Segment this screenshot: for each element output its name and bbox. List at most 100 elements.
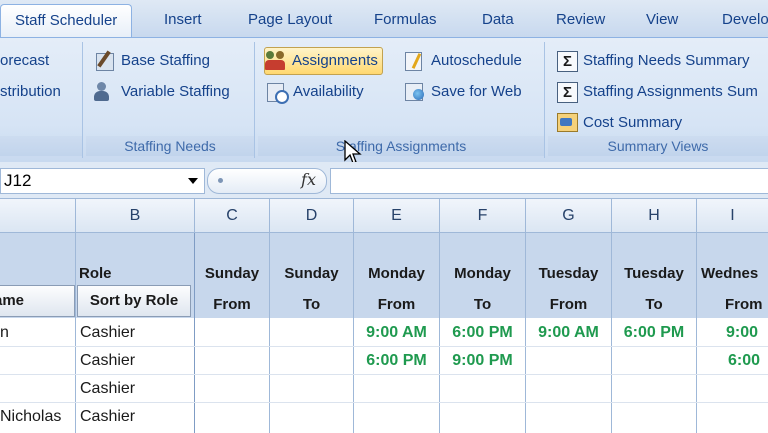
name-sort-button[interactable]: ame [0,285,75,317]
cost-summary-label: Cost Summary [583,114,683,131]
day-header-wednesday-from: Wednes [701,265,759,282]
role-cell[interactable]: Cashier [80,347,135,375]
role-cell[interactable]: Cashier [80,403,135,431]
time-cell[interactable]: 9:00 PM [440,347,525,375]
time-cell[interactable]: 6:00 PM [612,319,696,347]
ribbon: orecast stribution Base Staffing Variabl… [0,37,768,163]
gridline [269,233,270,433]
from-header: From [549,296,588,313]
availability-button[interactable]: Availability [266,79,368,105]
time-cell[interactable]: 6:00 PM [440,319,525,347]
day-header-monday-from: Monday [368,265,425,282]
day-header-sunday-to: Sunday [284,265,339,282]
gridline [194,233,195,433]
time-cell[interactable]: 9:00 AM [526,319,611,347]
to-header: To [302,296,321,313]
forecast-button[interactable]: orecast [0,48,53,74]
role-cell[interactable]: Cashier [80,319,135,347]
variable-staffing-button[interactable]: Variable Staffing [94,79,234,105]
autoschedule-label: Autoschedule [431,52,522,69]
sigma-icon [556,81,578,103]
ribbon-tab-bar: Staff Scheduler Insert Page Layout Formu… [0,0,768,39]
day-header-monday-to: Monday [454,265,511,282]
tab-view[interactable]: View [646,4,678,38]
group-staffing-needs: Base Staffing Variable Staffing Staffing… [86,42,255,158]
tab-insert[interactable]: Insert [164,4,202,38]
base-staffing-icon [94,50,116,72]
resize-handle-icon[interactable] [218,178,223,183]
gridline [75,233,76,433]
column-header-h[interactable]: H [612,199,697,233]
availability-label: Availability [293,83,364,100]
tab-review[interactable]: Review [556,4,605,38]
group-label-staffing-assignments: Staffing Assignments [258,136,544,156]
day-header-tuesday-from: Tuesday [538,265,599,282]
variable-staffing-icon [94,81,116,103]
tab-staff-scheduler[interactable]: Staff Scheduler [0,4,133,39]
time-cell[interactable]: 9:00 AM [354,319,439,347]
column-header-i[interactable]: I [697,199,768,233]
tab-page-layout[interactable]: Page Layout [248,4,332,38]
group-summary-views: Staffing Needs Summary Staffing Assignme… [548,42,768,158]
time-cell[interactable]: 6:00 [728,347,760,375]
tab-formulas[interactable]: Formulas [374,4,437,38]
autoschedule-icon [404,50,426,72]
forecast-label: orecast [0,52,50,69]
formula-bar: J12 fx [0,162,768,199]
group-label-forecast [0,136,82,156]
column-header-f[interactable]: F [440,199,526,233]
excel-window: Staff Scheduler Insert Page Layout Formu… [0,0,768,433]
time-cell[interactable]: 9:00 [726,319,758,347]
insert-function-icon[interactable]: fx [301,170,316,189]
column-header-b[interactable]: B [76,199,195,233]
time-cell[interactable]: 6:00 PM [354,347,439,375]
column-header-c[interactable]: C [195,199,270,233]
staffing-needs-summary-button[interactable]: Staffing Needs Summary [556,48,753,74]
name-cell[interactable]: Nicholas [0,403,61,431]
from-header: From [725,296,763,313]
tab-data[interactable]: Data [482,4,514,38]
gridline [696,233,697,433]
base-staffing-label: Base Staffing [121,52,210,69]
save-for-web-icon [404,81,426,103]
staffing-assignments-summary-button[interactable]: Staffing Assignments Sum [556,79,762,105]
variable-staffing-label: Variable Staffing [121,83,230,100]
cost-summary-button[interactable]: Cost Summary [556,110,686,136]
staffing-needs-summary-label: Staffing Needs Summary [583,52,750,69]
sort-by-role-button[interactable]: Sort by Role [77,285,191,317]
assignments-button[interactable]: Assignments [264,47,383,75]
column-header-a[interactable] [0,199,76,233]
distribution-button[interactable]: stribution [0,79,65,105]
sigma-icon [556,50,578,72]
role-header: Role [79,265,112,282]
name-cell[interactable]: n [0,319,9,347]
formula-controls: fx [207,168,327,194]
base-staffing-button[interactable]: Base Staffing [94,48,214,74]
role-cell[interactable]: Cashier [80,375,135,403]
assignments-label: Assignments [292,52,378,69]
distribution-label: stribution [0,83,61,100]
group-forecast: orecast stribution [0,42,83,158]
save-for-web-button[interactable]: Save for Web [404,79,526,105]
column-header-d[interactable]: D [270,199,354,233]
column-header-g[interactable]: G [526,199,612,233]
column-header-e[interactable]: E [354,199,440,233]
from-header: From [213,296,251,313]
group-label-staffing-needs: Staffing Needs [86,136,254,156]
day-header-sunday-from: Sunday [204,265,260,282]
tab-developer[interactable]: Develo [722,4,768,38]
day-header-tuesday-to: Tuesday [624,265,684,282]
staffing-assignments-summary-label: Staffing Assignments Sum [583,83,758,100]
save-for-web-label: Save for Web [431,83,522,100]
availability-icon [266,81,289,104]
from-header: From [377,296,416,313]
group-label-summary-views: Summary Views [548,136,768,156]
formula-input[interactable] [330,168,768,194]
to-header: To [645,296,663,313]
autoschedule-button[interactable]: Autoschedule [404,48,526,74]
worksheet-grid[interactable]: B C D E F G H I Role ame Sort by Role Su… [0,199,768,433]
name-box[interactable]: J12 [0,168,205,194]
group-staffing-assignments: Assignments Availability Autoschedule Sa… [258,42,545,158]
chevron-down-icon[interactable] [188,178,198,184]
assignments-icon [265,50,287,72]
